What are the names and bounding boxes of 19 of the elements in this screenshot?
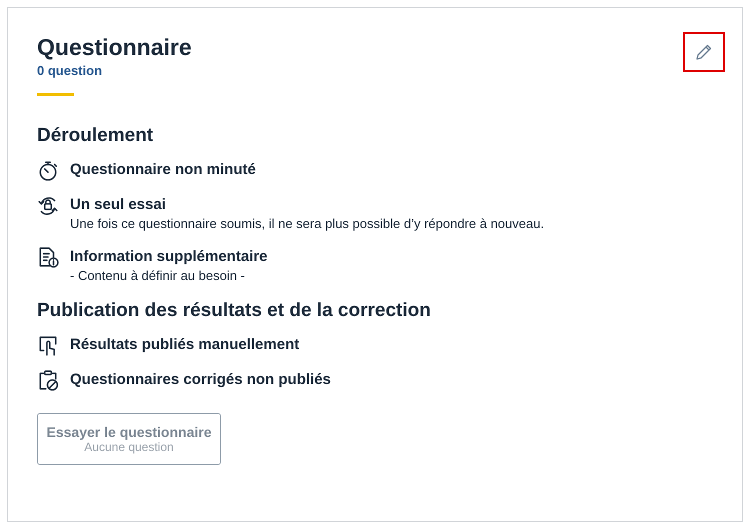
setting-label: Information supplémentaire <box>70 247 268 267</box>
setting-description: - Contenu à définir au besoin - <box>70 267 246 285</box>
setting-label: Questionnaires corrigés non publiés <box>70 370 331 390</box>
accent-bar <box>37 93 74 96</box>
section-heading: Déroulement <box>37 124 154 148</box>
pencil-icon <box>694 42 714 62</box>
clipboard-blocked-icon <box>37 369 59 391</box>
document-info-icon <box>37 246 59 268</box>
setting-label: Résultats publiés manuellement <box>70 335 300 355</box>
timer-icon <box>37 159 59 181</box>
setting-label: Questionnaire non minuté <box>70 160 256 180</box>
card-title: Questionnaire <box>37 33 192 62</box>
question-count: 0 question <box>37 63 104 78</box>
lock-cycle-icon <box>37 194 59 216</box>
edit-button[interactable] <box>683 32 725 72</box>
hand-click-icon <box>37 334 59 356</box>
setting-label: Un seul essai <box>70 195 167 215</box>
setting-description: Une fois ce questionnaire soumis, il ne sera plus possible d’y répondre à nouveau. <box>70 215 544 233</box>
section-heading: Publication des résultats et de la correction <box>37 299 432 323</box>
